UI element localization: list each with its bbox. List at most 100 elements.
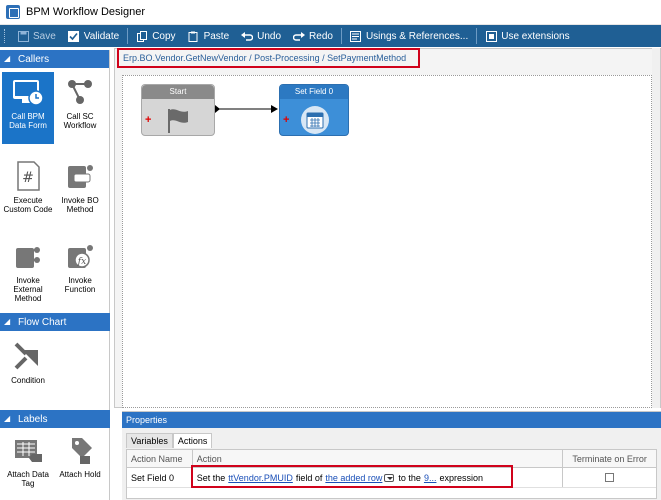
tool-attach-hold[interactable]: Attach Hold (54, 434, 106, 479)
tool-invoke-bo-method[interactable]: Invoke BO Method (54, 160, 106, 214)
workflow-nodes-icon (64, 76, 96, 108)
action-text: expression (439, 472, 483, 483)
tab-variables[interactable]: Variables (126, 433, 173, 448)
toolbar-grip[interactable] (4, 29, 7, 43)
tool-label: Call SC Workflow (63, 112, 97, 130)
column-header-action-name[interactable]: Action Name (127, 450, 193, 467)
tool-call-sc-workflow[interactable]: Call SC Workflow (54, 76, 106, 130)
toolbar-separator (127, 28, 129, 44)
collapse-chevron-icon: ◢ (4, 414, 11, 423)
tool-execute-custom-code[interactable]: # Execute Custom Code (2, 160, 54, 214)
field-link[interactable]: ttVendor.PMUID (228, 473, 293, 483)
action-text: field of (295, 472, 323, 483)
condition-arrows-icon (12, 340, 44, 372)
properties-header: Properties (122, 412, 661, 428)
collapse-chevron-icon: ◢ (4, 54, 11, 63)
tool-label: Call BPM Data Form (9, 112, 47, 130)
app-icon (6, 5, 20, 19)
usings-references-button[interactable]: Usings & References... (344, 25, 474, 47)
column-header-action[interactable]: Action (193, 450, 564, 467)
action-name-cell: Set Field 0 (127, 468, 193, 487)
labels-section-header[interactable]: ◢ Labels (0, 410, 110, 428)
node-title: Set Field 0 (280, 85, 348, 99)
tab-actions[interactable]: Actions (172, 433, 213, 448)
extensions-icon (485, 30, 497, 42)
toolbar: Save Validate Copy Paste Undo Redo Using… (0, 25, 661, 47)
undo-button[interactable]: Undo (235, 25, 287, 47)
use-extensions-label: Use extensions (501, 30, 570, 42)
title-bar: BPM Workflow Designer (0, 0, 661, 25)
tool-label: Execute Custom Code (3, 196, 53, 214)
flowchart-section-header[interactable]: ◢ Flow Chart (0, 313, 110, 331)
references-icon (350, 30, 362, 42)
grid-header: Action Name Action Terminate on Error (127, 450, 656, 468)
svg-text:fx: fx (77, 257, 86, 267)
callers-header-label: Callers (18, 53, 50, 65)
toolbar-separator (340, 28, 342, 44)
copy-icon (136, 30, 148, 42)
tool-condition[interactable]: Condition (2, 340, 54, 385)
add-icon[interactable]: + (145, 115, 151, 126)
tool-call-bpm-data-form[interactable]: Call BPM Data Form (2, 72, 54, 144)
column-header-terminate[interactable]: Terminate on Error (563, 450, 656, 467)
callers-section-header[interactable]: ◢ Callers (0, 50, 109, 68)
start-node[interactable]: Start + (141, 84, 215, 136)
checkbox-check-icon (68, 30, 80, 42)
redo-label: Redo (309, 30, 333, 42)
tool-label: Attach Hold (59, 470, 101, 479)
add-icon[interactable]: + (283, 115, 289, 126)
tool-invoke-function[interactable]: fx Invoke Function (54, 240, 106, 294)
dropdown-icon[interactable] (384, 473, 395, 482)
redo-icon (293, 30, 306, 42)
validate-label: Validate (83, 30, 120, 42)
validate-button[interactable]: Validate (62, 25, 125, 47)
undo-icon (241, 30, 254, 42)
data-tag-icon (12, 434, 44, 466)
properties-header-label: Properties (126, 415, 168, 425)
redo-button[interactable]: Redo (287, 25, 339, 47)
bo-method-icon (64, 160, 96, 192)
flowchart-header-label: Flow Chart (18, 316, 67, 328)
copy-button[interactable]: Copy (130, 25, 181, 47)
undo-label: Undo (257, 30, 282, 42)
use-extensions-button[interactable]: Use extensions (479, 25, 575, 47)
table-row[interactable]: Set Field 0 Set the ttVendor.PMUID field… (127, 468, 656, 488)
action-description-cell: Set the ttVendor.PMUID field of the adde… (193, 468, 564, 487)
toolbar-separator (476, 28, 478, 44)
monitor-clock-icon (12, 76, 44, 108)
window-title: BPM Workflow Designer (26, 6, 145, 18)
toolbox-sidebar: ◢ Callers Call BPM Data Form Call SC Wor… (0, 50, 110, 500)
paste-icon (188, 30, 200, 42)
tool-label: Invoke Function (64, 276, 96, 294)
flag-icon (168, 109, 188, 133)
breadcrumb-text: Erp.BO.Vendor.GetNewVendor / Post-Proces… (123, 53, 407, 63)
external-method-icon (12, 240, 44, 272)
connector-arrow (215, 105, 278, 113)
breadcrumb: Erp.BO.Vendor.GetNewVendor / Post-Proces… (117, 48, 420, 68)
svg-text:#: # (22, 170, 34, 186)
set-field-node[interactable]: Set Field 0 + (279, 84, 349, 136)
collapse-chevron-icon: ◢ (4, 317, 11, 326)
canvas-scrollbar[interactable] (652, 48, 660, 408)
expression-link[interactable]: 9... (424, 473, 437, 483)
tool-label: Invoke BO Method (61, 196, 99, 214)
terminate-on-error-checkbox[interactable] (605, 473, 615, 482)
function-icon: fx (64, 240, 96, 272)
node-title: Start (142, 85, 214, 99)
properties-panel: Properties Variables Actions Action Name… (122, 411, 661, 500)
save-button[interactable]: Save (11, 25, 62, 47)
actions-grid: Action Name Action Terminate on Error Se… (126, 449, 657, 499)
usings-references-label: Usings & References... (365, 30, 469, 42)
paste-button[interactable]: Paste (182, 25, 236, 47)
row-link[interactable]: the added row (325, 473, 382, 483)
tool-invoke-external-method[interactable]: Invoke External Method (2, 240, 54, 303)
action-text: Set the (196, 472, 226, 483)
workflow-canvas[interactable]: Start + Set Field 0 + (122, 75, 652, 408)
calendar-icon (301, 106, 329, 134)
terminate-cell (563, 468, 656, 487)
copy-label: Copy (152, 30, 176, 42)
hold-tag-icon (64, 434, 96, 466)
paste-label: Paste (203, 30, 230, 42)
tool-attach-data-tag[interactable]: Attach Data Tag (2, 434, 54, 488)
save-label: Save (33, 30, 56, 42)
